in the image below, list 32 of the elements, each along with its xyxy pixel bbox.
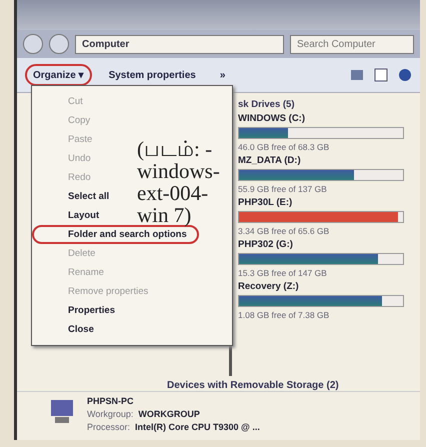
drive-name[interactable]: PHP30L (E:) (238, 197, 414, 208)
search-field[interactable]: Search Computer (290, 34, 414, 54)
computer-name: PHPSN-PC (87, 396, 135, 406)
drive-name[interactable]: WINDOWS (C:) (238, 113, 414, 124)
menu-item[interactable]: Folder and search options (32, 225, 199, 244)
drive-name[interactable]: Recovery (Z:) (238, 281, 414, 292)
caption: (படம்: -windows-ext-004-win 7) (137, 138, 221, 226)
forward-button[interactable] (49, 34, 69, 54)
help-icon[interactable] (398, 68, 412, 82)
menu-item[interactable]: Close (32, 320, 106, 339)
free-space: 1.08 GB free of 7.38 GB (238, 310, 330, 320)
drive-name[interactable]: PHP302 (G:) (238, 239, 414, 250)
free-space: 46.0 GB free of 68.3 GB (238, 142, 330, 152)
menu-item[interactable]: Layout (32, 206, 112, 225)
drive-name[interactable]: MZ_DATA (D:) (238, 155, 414, 166)
detail-value: Intel(R) Core CPU T9300 @ ... (135, 422, 260, 432)
free-space: 55.9 GB free of 137 GB (238, 184, 328, 194)
menu-item[interactable]: Properties (32, 301, 127, 320)
group-heading: Devices with Removable Storage (2) (166, 379, 340, 391)
view-icon[interactable] (350, 68, 364, 82)
toolbar-button[interactable]: System properties (102, 66, 203, 84)
group-heading: sk Drives (5) (238, 99, 296, 110)
menu-item[interactable]: Select all (32, 187, 122, 206)
detail-value: WORKGROUP (138, 409, 200, 419)
back-button[interactable] (23, 34, 43, 54)
detail-label: Workgroup: (87, 409, 134, 419)
free-space: 15.3 GB free of 147 GB (238, 268, 328, 278)
detail-label: Processor: (87, 422, 130, 432)
address-bar[interactable]: Computer (75, 34, 284, 54)
free-space: 3.34 GB free of 65.6 GB (238, 226, 330, 236)
preview-pane-icon[interactable] (374, 68, 388, 82)
more-button[interactable]: » (212, 66, 232, 84)
